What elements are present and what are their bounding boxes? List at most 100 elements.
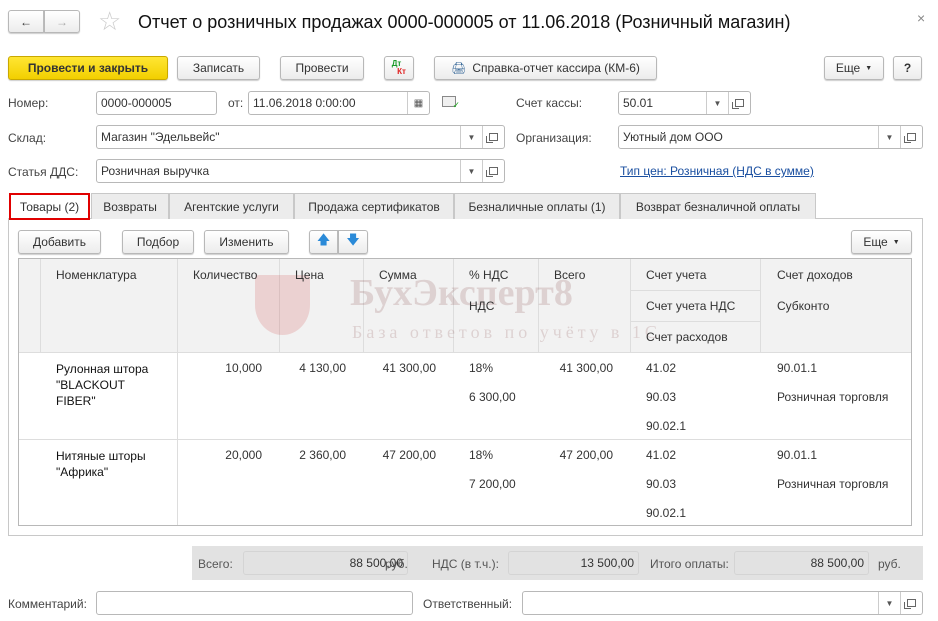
dds-field[interactable]: Розничная выручка ▼ [96,159,505,183]
price: 2 360,00 [299,448,346,462]
tab-agent-services[interactable]: Агентские услуги [169,193,294,219]
subconto: Розничная торговля [777,390,889,404]
add-button[interactable]: Добавить [18,230,101,254]
kt-label: Кт [397,67,406,76]
qty: 10,000 [225,361,262,375]
org-field[interactable]: Уютный дом ООО ▼ [618,125,923,149]
expense-account: 90.02.1 [646,506,687,520]
col-qty[interactable]: Количество [193,268,257,282]
total: 47 200,00 [559,448,613,462]
document-check-icon[interactable]: ✓ [442,96,460,110]
responsible-field[interactable]: ▼ [522,591,923,615]
vat-rate: 18% [469,448,494,462]
calendar-icon[interactable]: ▦ [407,92,429,114]
vat-rate: 18% [469,361,494,375]
vat-total-value: 13 500,00 [580,556,634,570]
tab-cashless-payments[interactable]: Безналичные оплаты (1) [454,193,620,219]
sum: 47 200,00 [382,448,436,462]
item-name: Рулонная штора "BLACKOUT FIBER" [56,362,149,408]
open-icon[interactable] [728,92,750,114]
cashier-report-button[interactable]: 🖨 Справка-отчет кассира (КМ-6) [434,56,657,80]
currency-label: руб. [878,557,901,571]
col-vat[interactable]: НДС [469,299,494,313]
paid-label: Итого оплаты: [650,557,729,571]
qty: 20,000 [225,448,262,462]
more-label: Еще [863,235,888,249]
col-item[interactable]: Номенклатура [56,268,137,282]
income-account: 90.01.1 [777,448,818,462]
chevron-down-icon: ▼ [892,238,900,246]
post-button[interactable]: Провести [280,56,364,80]
vat-account: 90.03 [646,390,677,404]
open-icon[interactable] [482,126,504,148]
paid-value: 88 500,00 [810,556,864,570]
tab-certificates[interactable]: Продажа сертификатов [294,193,454,219]
move-up-button[interactable]: 🡅 [309,230,338,254]
col-expense-account[interactable]: Счет расходов [646,330,728,344]
date-label: от: [228,96,244,110]
col-income-account[interactable]: Счет доходов [777,268,853,282]
dropdown-icon[interactable]: ▼ [706,92,728,114]
price: 4 130,00 [299,361,346,375]
open-icon[interactable] [900,126,922,148]
dropdown-icon[interactable]: ▼ [460,160,482,182]
vat-total-field: 13 500,00 [508,551,639,575]
dds-value: Розничная выручка [101,164,210,178]
tab-returns[interactable]: Возвраты [91,193,169,219]
org-value: Уютный дом ООО [623,130,723,144]
warehouse-label: Склад: [8,131,47,145]
col-total[interactable]: Всего [554,268,585,282]
price-type-link[interactable]: Тип цен: Розничная (НДС в сумме) [620,164,814,178]
org-label: Организация: [516,131,592,145]
account: 41.02 [646,448,677,462]
cashier-report-label: Справка-отчет кассира (КМ-6) [472,61,640,75]
col-subconto[interactable]: Субконто [777,299,829,313]
help-button[interactable]: ? [893,56,922,80]
arrow-up-icon: 🡅 [316,232,331,247]
date-value: 11.06.2018 0:00:00 [253,96,356,110]
tab-goods[interactable]: Товары (2) [9,193,90,220]
cash-account-field[interactable]: 50.01 ▼ [618,91,751,115]
number-field[interactable]: 0000-000005 [96,91,217,115]
arrow-down-icon: 🡇 [346,232,360,247]
number-label: Номер: [8,96,49,110]
date-field[interactable]: 11.06.2018 0:00:00 ▦ [248,91,430,115]
more-button[interactable]: Еще ▼ [824,56,884,80]
edit-button[interactable]: Изменить [204,230,289,254]
comment-label: Комментарий: [8,597,87,611]
dropdown-icon[interactable]: ▼ [878,126,900,148]
open-icon[interactable] [482,160,504,182]
favorite-star-icon[interactable]: ☆ [98,6,121,37]
col-account[interactable]: Счет учета [646,268,706,282]
pick-button[interactable]: Подбор [122,230,194,254]
item-name: Нитяные шторы "Африка" [56,449,146,479]
tab-cashless-returns[interactable]: Возврат безналичной оплаты [620,193,816,219]
move-down-button[interactable]: 🡇 [338,230,368,254]
chevron-down-icon: ▼ [865,64,873,72]
col-sum[interactable]: Сумма [379,268,417,282]
back-button[interactable]: ← [8,10,44,33]
comment-field[interactable] [96,591,413,615]
open-icon[interactable] [900,592,922,614]
income-account: 90.01.1 [777,361,818,375]
close-icon[interactable]: × [917,10,925,26]
col-vat-account[interactable]: Счет учета НДС [646,299,735,313]
dt-kt-button[interactable]: Дт Кт [384,56,414,80]
dropdown-icon[interactable]: ▼ [878,592,900,614]
printer-icon: 🖨 [451,61,467,75]
subconto: Розничная торговля [777,477,889,491]
total-field: 88 500,00 [243,551,408,575]
vat: 6 300,00 [469,390,516,404]
col-price[interactable]: Цена [295,268,324,282]
table-more-button[interactable]: Еще ▼ [851,230,912,254]
cash-account-label: Счет кассы: [516,96,583,110]
more-label: Еще [835,61,861,75]
warehouse-field[interactable]: Магазин "Эдельвейс" ▼ [96,125,505,149]
forward-button[interactable]: → [44,10,80,33]
post-and-close-button[interactable]: Провести и закрыть [8,56,168,80]
save-button[interactable]: Записать [177,56,260,80]
col-vat-rate[interactable]: % НДС [469,268,508,282]
vat-total-label: НДС (в т.ч.): [432,557,499,571]
currency-label: руб. [385,557,408,571]
dropdown-icon[interactable]: ▼ [460,126,482,148]
